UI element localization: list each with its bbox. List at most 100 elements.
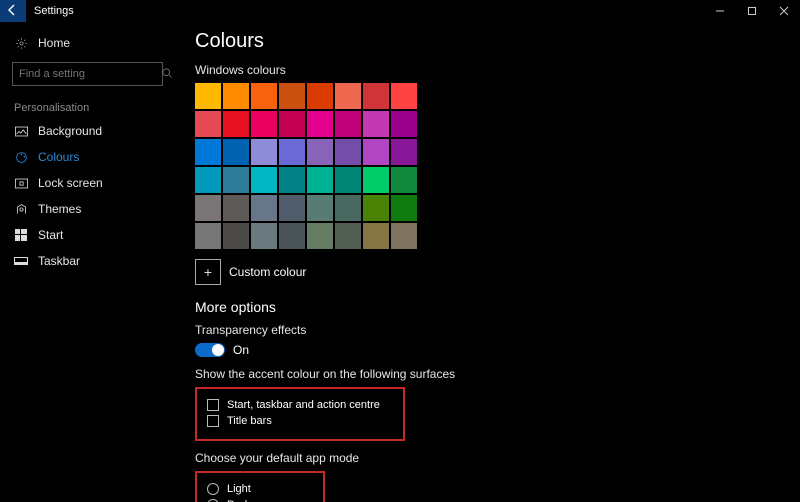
plus-icon: + xyxy=(204,264,212,280)
color-swatch[interactable] xyxy=(251,111,277,137)
search-icon xyxy=(161,67,173,82)
color-swatch[interactable] xyxy=(279,111,305,137)
color-swatch[interactable] xyxy=(195,223,221,249)
color-swatch[interactable] xyxy=(223,139,249,165)
color-swatch[interactable] xyxy=(335,83,361,109)
color-swatch[interactable] xyxy=(335,223,361,249)
maximize-button[interactable] xyxy=(736,0,768,22)
radio-icon xyxy=(207,483,219,495)
color-swatch[interactable] xyxy=(279,223,305,249)
color-palette xyxy=(195,83,417,249)
color-swatch[interactable] xyxy=(251,139,277,165)
color-swatch[interactable] xyxy=(251,223,277,249)
color-swatch[interactable] xyxy=(307,223,333,249)
color-swatch[interactable] xyxy=(307,195,333,221)
color-swatch[interactable] xyxy=(279,195,305,221)
color-swatch[interactable] xyxy=(279,139,305,165)
color-swatch[interactable] xyxy=(391,139,417,165)
palette-icon xyxy=(14,151,28,164)
color-swatch[interactable] xyxy=(223,83,249,109)
sidebar-item-taskbar[interactable]: Taskbar xyxy=(0,248,175,274)
color-row xyxy=(195,111,417,137)
color-row xyxy=(195,223,417,249)
arrow-left-icon xyxy=(7,4,19,19)
color-swatch[interactable] xyxy=(251,195,277,221)
sidebar-item-start[interactable]: Start xyxy=(0,222,175,248)
color-swatch[interactable] xyxy=(195,83,221,109)
picture-icon xyxy=(14,126,28,137)
color-swatch[interactable] xyxy=(307,111,333,137)
color-swatch[interactable] xyxy=(307,167,333,193)
color-swatch[interactable] xyxy=(307,139,333,165)
color-swatch[interactable] xyxy=(335,167,361,193)
color-swatch[interactable] xyxy=(335,111,361,137)
color-swatch[interactable] xyxy=(195,111,221,137)
gear-icon xyxy=(14,37,28,50)
color-swatch[interactable] xyxy=(363,223,389,249)
color-swatch[interactable] xyxy=(391,167,417,193)
minimize-button[interactable] xyxy=(704,0,736,22)
custom-colour-button[interactable]: + xyxy=(195,259,221,285)
color-swatch[interactable] xyxy=(391,83,417,109)
transparency-value: On xyxy=(233,343,249,357)
color-swatch[interactable] xyxy=(363,195,389,221)
sidebar-item-lockscreen[interactable]: Lock screen xyxy=(0,170,175,196)
close-button[interactable] xyxy=(768,0,800,22)
sidebar-home-label: Home xyxy=(38,36,70,50)
app-mode-label: Choose your default app mode xyxy=(195,451,780,465)
sidebar-home[interactable]: Home xyxy=(0,30,175,56)
color-swatch[interactable] xyxy=(195,167,221,193)
color-swatch[interactable] xyxy=(391,223,417,249)
color-swatch[interactable] xyxy=(223,167,249,193)
settings-window: Settings Home xyxy=(0,0,800,502)
color-swatch[interactable] xyxy=(195,195,221,221)
accent-checkbox-start[interactable]: Start, taskbar and action centre xyxy=(207,399,393,411)
sidebar-item-colours[interactable]: Colours xyxy=(0,144,175,170)
accent-surfaces-label: Show the accent colour on the following … xyxy=(195,367,780,381)
color-swatch[interactable] xyxy=(279,83,305,109)
color-swatch[interactable] xyxy=(363,83,389,109)
color-swatch[interactable] xyxy=(251,167,277,193)
transparency-toggle[interactable] xyxy=(195,343,225,357)
color-swatch[interactable] xyxy=(391,195,417,221)
app-mode-group: Light Dark xyxy=(195,471,325,502)
search-box[interactable] xyxy=(12,62,163,86)
color-swatch[interactable] xyxy=(363,167,389,193)
window-title: Settings xyxy=(26,5,74,17)
body: Home Personalisation Background Colours … xyxy=(0,22,800,502)
sidebar-item-label: Background xyxy=(38,124,102,138)
color-row xyxy=(195,167,417,193)
color-swatch[interactable] xyxy=(279,167,305,193)
custom-colour-row: + Custom colour xyxy=(195,259,780,285)
sidebar-item-label: Start xyxy=(38,228,63,242)
color-row xyxy=(195,195,417,221)
checkbox-label: Title bars xyxy=(227,415,272,427)
sidebar-item-background[interactable]: Background xyxy=(0,118,175,144)
app-mode-light[interactable]: Light xyxy=(207,483,313,495)
color-swatch[interactable] xyxy=(223,195,249,221)
lockscreen-icon xyxy=(14,178,28,189)
color-swatch[interactable] xyxy=(223,223,249,249)
custom-colour-label: Custom colour xyxy=(229,265,306,279)
color-swatch[interactable] xyxy=(223,111,249,137)
content: Colours Windows colours + Custom colour … xyxy=(175,22,800,502)
sidebar-item-themes[interactable]: Themes xyxy=(0,196,175,222)
accent-checkbox-titlebars[interactable]: Title bars xyxy=(207,415,393,427)
color-swatch[interactable] xyxy=(391,111,417,137)
color-swatch[interactable] xyxy=(335,139,361,165)
color-row xyxy=(195,83,417,109)
sidebar-item-label: Themes xyxy=(38,202,81,216)
sidebar: Home Personalisation Background Colours … xyxy=(0,22,175,502)
color-swatch[interactable] xyxy=(335,195,361,221)
palette-label: Windows colours xyxy=(195,63,780,77)
back-button[interactable] xyxy=(0,0,26,22)
toggle-knob xyxy=(212,344,224,356)
color-swatch[interactable] xyxy=(363,139,389,165)
color-row xyxy=(195,139,417,165)
search-input[interactable] xyxy=(19,68,161,80)
color-swatch[interactable] xyxy=(195,139,221,165)
color-swatch[interactable] xyxy=(307,83,333,109)
checkbox-icon xyxy=(207,399,219,411)
color-swatch[interactable] xyxy=(363,111,389,137)
color-swatch[interactable] xyxy=(251,83,277,109)
